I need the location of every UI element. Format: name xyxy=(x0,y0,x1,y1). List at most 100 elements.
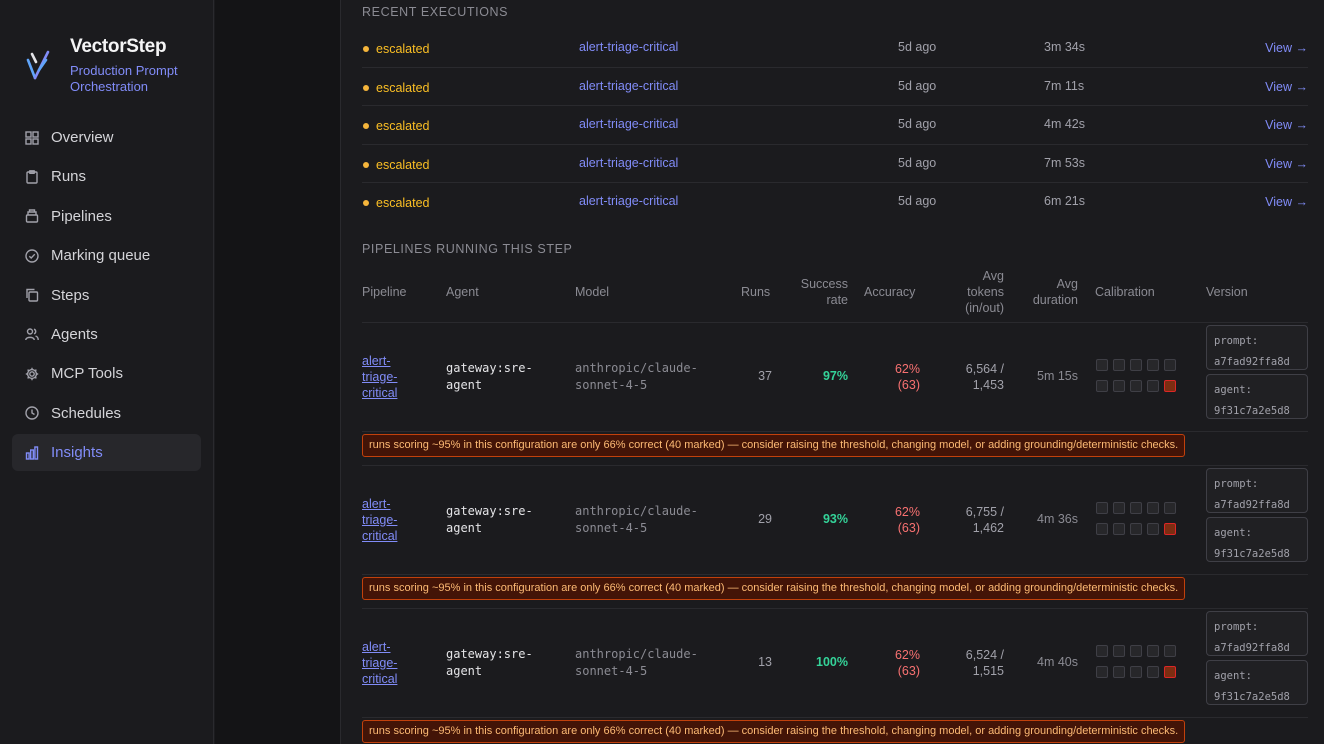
sidebar-item-insights[interactable]: Insights xyxy=(12,434,201,472)
runs-count: 13 xyxy=(758,655,772,669)
avg-duration: 5m 15s xyxy=(1037,369,1078,383)
brand-subtitle: Production Prompt Orchestration xyxy=(70,63,178,94)
model-name: anthropic/claude-sonnet-4-5 xyxy=(575,647,698,678)
header-calibration[interactable]: Calibration xyxy=(1095,284,1155,300)
calibration-grid xyxy=(1096,359,1176,401)
execution-row[interactable]: escalated alert-triage-critical 5d ago 7… xyxy=(362,145,1308,184)
version-chips: prompt: a7fad92ffa8d agent: 9f31c7a2e5d8 xyxy=(1206,325,1308,423)
copy-icon xyxy=(25,288,39,302)
header-avg-tokens[interactable]: Avg tokens (in/out) xyxy=(947,268,1004,316)
sidebar-item-label: Marking queue xyxy=(51,247,151,265)
content-gutter xyxy=(215,0,341,744)
execution-duration: 4m 42s xyxy=(1044,117,1085,132)
calibration-grid xyxy=(1096,645,1176,687)
sidebar-item-agents[interactable]: Agents xyxy=(12,316,201,353)
pipeline-link[interactable]: alert-triage-critical xyxy=(362,496,406,544)
sidebar-item-label: Pipelines xyxy=(51,207,112,225)
sidebar-item-pipelines[interactable]: Pipelines xyxy=(12,198,201,235)
execution-duration: 6m 21s xyxy=(1044,194,1085,209)
accuracy-value: 62% (63) xyxy=(894,505,920,535)
sidebar-item-mcp-tools[interactable]: MCP Tools xyxy=(12,355,201,392)
execution-duration: 7m 53s xyxy=(1044,155,1085,170)
sidebar-item-marking-queue[interactable]: Marking queue xyxy=(12,237,201,274)
header-runs[interactable]: Runs xyxy=(741,284,770,300)
logo-icon xyxy=(26,50,50,80)
status-dot xyxy=(363,123,369,130)
sidebar-item-label: Steps xyxy=(51,286,90,304)
execution-pipeline-link[interactable]: alert-triage-critical xyxy=(579,194,678,208)
prompt-version-chip[interactable]: prompt: a7fad92ffa8d xyxy=(1206,611,1308,656)
calibration-warning-row: runs scoring ~95% in this configuration … xyxy=(362,575,1308,609)
view-link[interactable]: View → xyxy=(1265,118,1308,132)
prompt-version-chip[interactable]: prompt: a7fad92ffa8d xyxy=(1206,325,1308,370)
calibration-warning: runs scoring ~95% in this configuration … xyxy=(362,434,1186,457)
recent-executions-list: escalated alert-triage-critical 5d ago 3… xyxy=(362,29,1308,222)
sidebar-item-steps[interactable]: Steps xyxy=(12,277,201,314)
sidebar-item-label: Agents xyxy=(51,325,98,343)
header-pipeline[interactable]: Pipeline xyxy=(362,284,406,300)
view-link[interactable]: View → xyxy=(1265,80,1308,94)
agent-version-chip[interactable]: agent: 9f31c7a2e5d8 xyxy=(1206,517,1308,562)
execution-pipeline-link[interactable]: alert-triage-critical xyxy=(579,79,678,93)
execution-row[interactable]: escalated alert-triage-critical 5d ago 7… xyxy=(362,68,1308,107)
agent-version-chip[interactable]: agent: 9f31c7a2e5d8 xyxy=(1206,660,1308,705)
brand[interactable]: VectorStep Production Prompt Orchestrati… xyxy=(26,36,190,95)
calibration-warning-row: runs scoring ~95% in this configuration … xyxy=(362,432,1308,466)
sidebar: VectorStep Production Prompt Orchestrati… xyxy=(0,0,214,744)
header-version[interactable]: Version xyxy=(1206,284,1248,300)
execution-row[interactable]: escalated alert-triage-critical 5d ago 6… xyxy=(362,183,1308,222)
runs-count: 37 xyxy=(758,369,772,383)
agent-version-chip[interactable]: agent: 9f31c7a2e5d8 xyxy=(1206,374,1308,419)
view-link[interactable]: View → xyxy=(1265,157,1308,171)
view-link[interactable]: View → xyxy=(1265,41,1308,55)
sidebar-item-runs[interactable]: Runs xyxy=(12,158,201,195)
prompt-version-chip[interactable]: prompt: a7fad92ffa8d xyxy=(1206,468,1308,513)
pipeline-link[interactable]: alert-triage-critical xyxy=(362,639,406,687)
execution-duration: 3m 34s xyxy=(1044,40,1085,54)
execution-pipeline-link[interactable]: alert-triage-critical xyxy=(579,156,678,170)
main-content[interactable]: RECENT EXECUTIONS escalated alert-triage… xyxy=(341,0,1324,744)
users-icon xyxy=(25,327,39,341)
clipboard-icon xyxy=(25,169,39,184)
sidebar-nav: Overview Runs Pipelines Marking queue St… xyxy=(12,119,201,474)
execution-time: 5d ago xyxy=(898,155,937,170)
header-avg-duration[interactable]: Avg duration xyxy=(1022,276,1078,308)
execution-pipeline-link[interactable]: alert-triage-critical xyxy=(579,117,678,131)
view-link[interactable]: View → xyxy=(1265,195,1308,209)
status-badge: escalated xyxy=(376,42,430,56)
recent-executions-title: RECENT EXECUTIONS xyxy=(362,5,509,19)
gear-icon xyxy=(25,367,39,381)
execution-row[interactable]: escalated alert-triage-critical 5d ago 4… xyxy=(362,106,1308,145)
avg-tokens: 6,564 / 1,453 xyxy=(965,362,1004,392)
grid-icon xyxy=(25,130,39,145)
stack-icon xyxy=(25,209,39,223)
header-accuracy[interactable]: Accuracy xyxy=(864,284,915,300)
execution-time: 5d ago xyxy=(898,40,937,54)
bar-chart-icon xyxy=(25,445,39,460)
execution-time: 5d ago xyxy=(898,78,937,93)
status-dot xyxy=(363,46,369,52)
runs-count: 29 xyxy=(758,512,772,526)
execution-pipeline-link[interactable]: alert-triage-critical xyxy=(579,40,678,54)
pipeline-link[interactable]: alert-triage-critical xyxy=(362,353,406,401)
sidebar-item-label: Overview xyxy=(51,129,114,146)
execution-time: 5d ago xyxy=(898,117,937,132)
status-dot xyxy=(363,161,369,168)
sidebar-item-schedules[interactable]: Schedules xyxy=(12,395,201,432)
brand-name: VectorStep xyxy=(70,36,167,57)
header-model[interactable]: Model xyxy=(575,284,609,300)
avg-duration: 4m 40s xyxy=(1037,655,1078,669)
model-name: anthropic/claude-sonnet-4-5 xyxy=(575,361,698,392)
sidebar-item-label: Insights xyxy=(51,444,103,462)
execution-row[interactable]: escalated alert-triage-critical 5d ago 3… xyxy=(362,29,1308,68)
sidebar-item-label: Schedules xyxy=(51,404,122,422)
sidebar-item-overview[interactable]: Overview xyxy=(12,119,201,156)
version-chips: prompt: a7fad92ffa8d agent: 9f31c7a2e5d8 xyxy=(1206,611,1308,709)
execution-duration: 7m 11s xyxy=(1044,78,1085,93)
agent-name: gateway:sre-agent xyxy=(446,647,533,678)
header-agent[interactable]: Agent xyxy=(446,284,479,300)
status-dot xyxy=(363,200,369,207)
agent-name: gateway:sre-agent xyxy=(446,504,533,535)
accuracy-value: 62% (63) xyxy=(894,362,920,392)
header-success-rate[interactable]: Success rate xyxy=(788,276,848,308)
